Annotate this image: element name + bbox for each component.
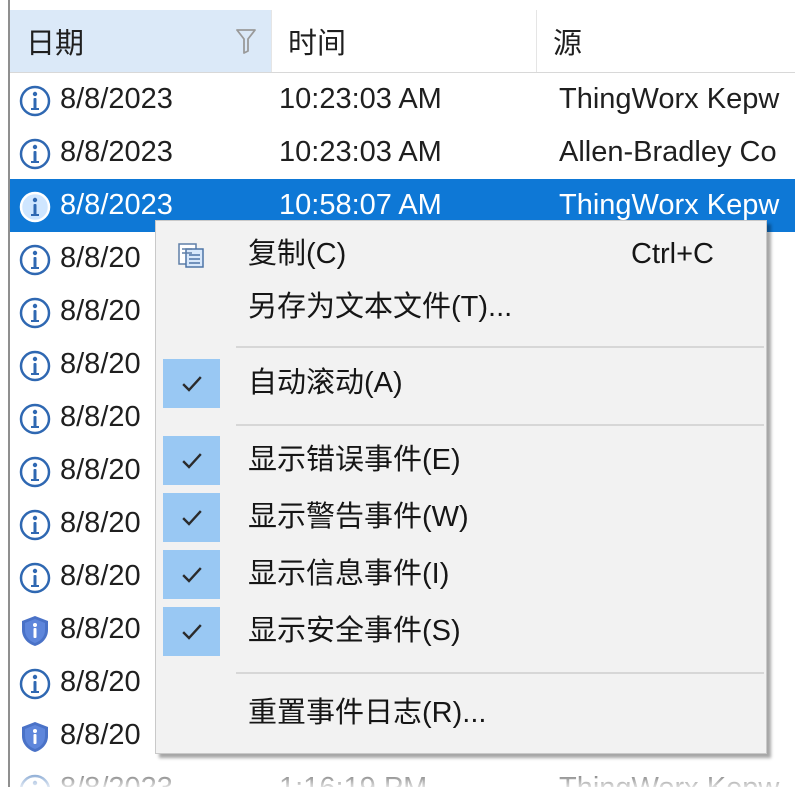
checkmark-icon <box>163 359 220 408</box>
info-icon <box>18 401 52 435</box>
info-icon <box>18 666 52 700</box>
info-icon <box>18 560 52 594</box>
date-value: 8/8/2023 <box>60 83 173 115</box>
info-icon <box>18 295 52 329</box>
filter-icon[interactable] <box>235 27 257 55</box>
time-cell: 1:16:19 PM <box>279 762 539 787</box>
checkmark-icon <box>163 550 220 599</box>
table-row[interactable]: 8/8/2023 10:23:03 AM ThingWorx Kepw <box>10 73 795 126</box>
date-value: 8/8/20 <box>60 666 141 698</box>
source-cell: Allen-Bradley Co <box>559 136 777 168</box>
checkmark-icon <box>163 607 220 656</box>
date-value: 8/8/20 <box>60 242 141 274</box>
menu-item-show-warnings[interactable]: 显示警告事件(W) <box>156 489 766 546</box>
menu-item-auto-scroll[interactable]: 自动滚动(A) <box>156 355 766 412</box>
date-value: 8/8/20 <box>60 719 141 751</box>
table-header: 日期 时间 源 <box>10 10 795 73</box>
menu-shortcut-copy: Ctrl+C <box>631 238 714 270</box>
info-icon <box>18 772 52 787</box>
date-value: 8/8/20 <box>60 348 141 380</box>
date-value: 8/8/20 <box>60 613 141 645</box>
menu-label-show-security: 显示安全事件(S) <box>248 615 461 647</box>
date-cell: 8/8/2023 <box>18 126 268 179</box>
info-icon <box>18 242 52 276</box>
menu-label-save-as-text: 另存为文本文件(T)... <box>248 291 513 323</box>
date-cell: 8/8/2023 <box>18 762 268 787</box>
menu-item-save-as-text[interactable]: 另存为文本文件(T)... <box>156 279 766 336</box>
time-cell: 10:23:03 AM <box>279 83 442 115</box>
time-cell: 10:23:03 AM <box>279 136 442 168</box>
date-value: 8/8/2023 <box>60 136 173 168</box>
source-column-header[interactable]: 源 <box>537 10 795 72</box>
menu-label-copy: 复制(C) <box>248 238 347 270</box>
time-column-header[interactable]: 时间 <box>272 10 537 72</box>
menu-item-show-info[interactable]: 显示信息事件(I) <box>156 546 766 603</box>
security-shield-icon <box>18 719 52 753</box>
menu-item-show-security[interactable]: 显示安全事件(S) <box>156 603 766 660</box>
date-value: 8/8/20 <box>60 454 141 486</box>
info-icon <box>18 454 52 488</box>
event-log-context-menu: 复制(C) Ctrl+C 另存为文本文件(T)... 自动滚动(A) 显示错误事… <box>155 220 767 754</box>
date-cell: 8/8/2023 <box>18 73 268 126</box>
date-column-header[interactable]: 日期 <box>10 10 272 72</box>
date-value: 8/8/20 <box>60 401 141 433</box>
menu-separator <box>236 672 764 674</box>
security-shield-icon <box>18 613 52 647</box>
checkmark-icon <box>163 436 220 485</box>
source-cell: ThingWorx Kepw <box>559 83 780 115</box>
date-value: 8/8/20 <box>60 560 141 592</box>
date-value: 8/8/20 <box>60 507 141 539</box>
info-icon <box>18 507 52 541</box>
date-value: 8/8/20 <box>60 295 141 327</box>
menu-separator <box>236 346 764 348</box>
info-icon <box>18 189 52 223</box>
checkmark-icon <box>163 493 220 542</box>
menu-separator <box>236 424 764 426</box>
menu-label-show-info: 显示信息事件(I) <box>248 558 450 590</box>
copy-icon <box>163 230 220 279</box>
info-icon <box>18 348 52 382</box>
menu-item-show-errors[interactable]: 显示错误事件(E) <box>156 432 766 489</box>
menu-item-copy[interactable]: 复制(C) Ctrl+C <box>156 226 766 283</box>
info-icon <box>18 83 52 117</box>
menu-label-show-warnings: 显示警告事件(W) <box>248 501 469 533</box>
menu-label-auto-scroll: 自动滚动(A) <box>248 367 403 399</box>
table-row[interactable]: 8/8/2023 1:16:19 PM ThingWorx Kepw <box>10 762 795 787</box>
time-column-label: 时间 <box>288 28 347 60</box>
date-value: 8/8/2023 <box>60 762 173 787</box>
info-icon <box>18 136 52 170</box>
table-row[interactable]: 8/8/2023 10:23:03 AM Allen-Bradley Co <box>10 126 795 179</box>
menu-label-show-errors: 显示错误事件(E) <box>248 444 461 476</box>
event-log-window: 日期 时间 源 8/8/2023 10:23:03 AM ThingWorx K… <box>0 0 795 787</box>
menu-item-reset-log[interactable]: 重置事件日志(R)... <box>156 685 766 742</box>
date-column-label: 日期 <box>26 28 85 60</box>
source-column-label: 源 <box>553 28 583 60</box>
menu-label-reset-log: 重置事件日志(R)... <box>248 697 487 729</box>
source-cell: ThingWorx Kepw <box>559 762 795 787</box>
